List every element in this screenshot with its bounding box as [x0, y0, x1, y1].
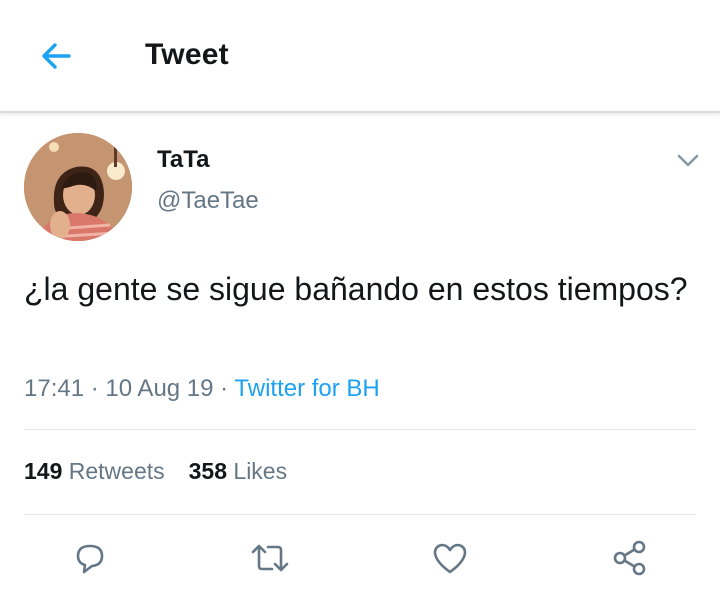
- action-bar: [0, 530, 720, 590]
- author-handle[interactable]: @TaeTae: [157, 187, 259, 215]
- retweet-button[interactable]: [248, 538, 292, 582]
- top-bar: Tweet: [0, 0, 720, 113]
- avatar[interactable]: [24, 133, 132, 241]
- divider: [24, 429, 696, 430]
- reply-button[interactable]: [68, 538, 112, 582]
- share-button[interactable]: [608, 538, 652, 582]
- share-icon: [610, 538, 650, 583]
- tweet-menu-button[interactable]: [673, 150, 703, 176]
- like-button[interactable]: [428, 538, 472, 582]
- likes-count: 358: [188, 458, 228, 484]
- divider: [24, 514, 696, 515]
- author-name[interactable]: TaTa: [157, 146, 209, 174]
- retweets-label: Retweets: [68, 458, 165, 484]
- like-icon: [430, 538, 470, 583]
- retweets-stat[interactable]: 149 Retweets: [24, 458, 165, 484]
- likes-stat[interactable]: 358 Likes: [189, 458, 287, 484]
- back-button[interactable]: [34, 36, 78, 80]
- page-title: Tweet: [145, 38, 229, 71]
- retweets-count: 149: [24, 458, 63, 484]
- tweet-date: 10 Aug 19: [105, 375, 214, 402]
- likes-label: Likes: [233, 458, 288, 484]
- avatar-image: [24, 133, 132, 241]
- chevron-down-icon: [676, 153, 700, 174]
- meta-separator: ·: [213, 375, 235, 402]
- meta-separator: ·: [84, 375, 106, 402]
- tweet-text: ¿la gente se sigue bañando en estos tiem…: [24, 271, 688, 307]
- reply-icon: [70, 538, 110, 583]
- retweet-icon: [248, 538, 292, 583]
- arrow-left-icon: [38, 38, 74, 79]
- bottom-edge: [0, 604, 720, 613]
- tweet-time: 17:41: [24, 375, 85, 402]
- tweet-source-link[interactable]: Twitter for BH: [234, 375, 379, 402]
- tweet-stats: 149 Retweets 358 Likes: [24, 458, 287, 485]
- tweet-meta: 17:41 · 10 Aug 19 · Twitter for BH: [24, 375, 380, 403]
